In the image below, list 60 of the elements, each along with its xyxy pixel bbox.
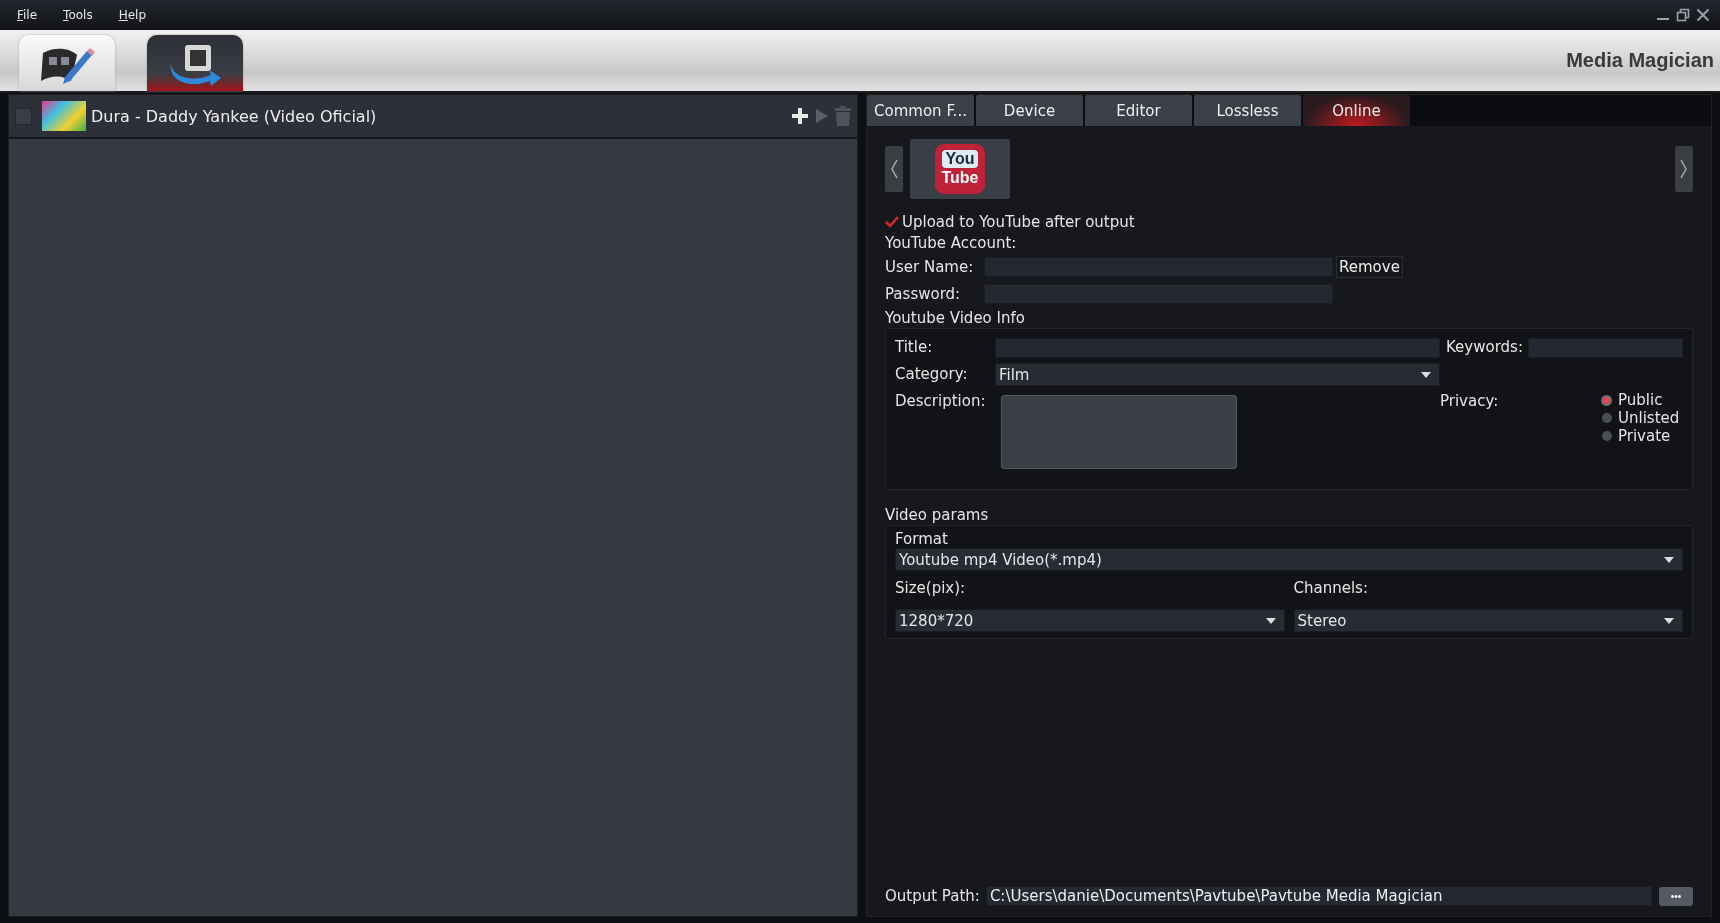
radio-button[interactable] [1603,396,1610,404]
dropdown-arrow-icon [1421,371,1431,378]
input-field[interactable] [995,337,1440,358]
section-label: Video params [885,504,990,525]
section-label: YouTube Account: [885,232,1018,253]
checkbox-label: Upload to YouTube after output [902,212,1135,231]
logo-text: Tube [941,168,979,188]
tab[interactable]: Lossless [1194,95,1301,126]
trash-icon[interactable] [835,106,851,126]
chevron-left-icon[interactable] [885,146,903,192]
menu-item[interactable]: Help [118,8,147,22]
menu-item[interactable]: File [17,8,38,22]
dropdown-arrow-icon [1664,617,1674,624]
radio-label: Public [1618,391,1663,409]
radio-button[interactable] [1602,413,1612,423]
field-label: Title: [895,337,934,358]
logo-text: You [942,150,978,168]
field-label: Password: [885,284,962,303]
field-label: Keywords: [1445,337,1524,358]
field-label: Format [895,530,949,548]
tab[interactable]: Device [976,95,1083,126]
field-label: Description: [895,391,987,412]
section-label: Youtube Video Info [885,307,1026,328]
dropdown[interactable]: Youtube mp4 Video(*.mp4) [895,548,1683,571]
app-title: Media Magician [1566,49,1714,72]
plus-icon[interactable] [791,107,809,125]
remove-button[interactable]: Remove [1336,255,1403,278]
field-label: Category: [895,364,969,385]
text-area[interactable] [1001,395,1237,469]
radio-label: Private [1618,427,1671,445]
file-row[interactable]: Dura - Daddy Yankee (Video Oficial) [9,95,857,139]
chevron-right-icon[interactable] [1675,146,1693,192]
radio-button[interactable] [1602,431,1612,441]
dropdown[interactable]: Stereo [1293,609,1683,632]
field-label: Channels: [1293,579,1369,597]
play-icon[interactable] [815,108,829,124]
service-tile[interactable]: You Tube [910,139,1010,199]
mode-tab[interactable] [147,35,243,91]
file-title: Dura - Daddy Yankee (Video Oficial) [91,106,377,126]
dropdown-arrow-icon [1265,617,1276,624]
field-label: Size(pix): [895,579,967,597]
thumbnail-placeholder [42,101,86,131]
field-label: User Name: [885,257,975,276]
path-field[interactable]: C:\Users\danie\Documents\Pavtube\Pavtube Media Magician [985,886,1652,906]
restore-icon[interactable] [1676,8,1690,22]
field-label: Output Path: [885,887,980,905]
menu-item[interactable]: Tools [63,8,93,22]
dropdown-arrow-icon [1664,556,1674,563]
dropdown[interactable]: 1280*720 [895,609,1285,632]
tab[interactable]: Editor [1085,95,1192,126]
check-mark[interactable] [885,215,899,228]
dropdown[interactable]: Film [995,363,1440,386]
tab[interactable]: Common F... [867,95,974,126]
input-field[interactable] [1528,337,1683,358]
tab[interactable]: Online [1303,95,1410,126]
browse-button[interactable]: ••• [1659,886,1693,906]
mode-tab[interactable] [19,35,115,91]
close-icon[interactable] [1696,8,1710,22]
field-label: Privacy: [1440,391,1500,412]
radio-label: Unlisted [1618,409,1680,427]
